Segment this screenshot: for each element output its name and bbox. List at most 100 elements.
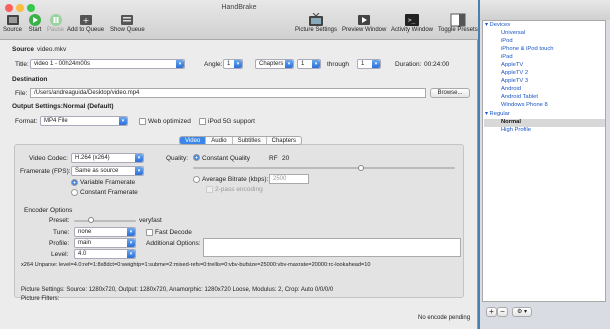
framerate-select[interactable]: Same as source ▾ [71, 166, 144, 176]
presets-group-regular[interactable]: ▾ Regular [485, 111, 510, 117]
fast-decode-label: Fast Decode [155, 229, 192, 236]
preset-item[interactable]: Android [501, 86, 521, 92]
web-optimized-checkbox[interactable] [139, 118, 146, 125]
title-bar: HandBrake Source Start Pause + Add to Qu… [0, 0, 478, 40]
variable-framerate-radio[interactable] [71, 179, 78, 186]
two-pass-label: 2-pass encoding [215, 186, 263, 193]
preset-item[interactable]: Windows Phone 8 [501, 102, 548, 108]
fast-decode-checkbox[interactable] [146, 229, 153, 236]
picture-settings-summary: Picture Settings: Source: 1280x720, Outp… [21, 287, 334, 293]
preset-actions-gear-button[interactable]: ⚙ ▾ [512, 307, 532, 317]
preview-window-label: Preview Window [342, 27, 387, 33]
preset-item[interactable]: Android Tablet [501, 94, 538, 100]
source-label: Source [3, 27, 23, 33]
source-filename: video.mkv [37, 46, 67, 53]
terminal-icon: >_ [404, 13, 420, 27]
add-preset-button[interactable]: + [486, 307, 497, 317]
preset-item-selected[interactable]: Normal [501, 119, 521, 125]
encoder-preset-knob[interactable] [88, 217, 94, 223]
quality-slider[interactable] [193, 167, 455, 169]
web-optimized-label: Web optimized [148, 118, 191, 125]
tv-icon [308, 12, 324, 27]
preset-item[interactable]: iPod [501, 38, 513, 44]
level-select[interactable]: 4.0 ▾ [74, 249, 136, 259]
format-select[interactable]: MP4 File ▾ [40, 116, 128, 126]
framerate-label: Framerate (FPS): [20, 168, 71, 175]
destination-heading: Destination [12, 76, 48, 83]
rf-value: 20 [282, 155, 290, 162]
encoder-preset-value: veryfast [139, 217, 162, 224]
tab-chapters[interactable]: Chapters [267, 137, 301, 144]
tab-audio[interactable]: Audio [206, 137, 233, 144]
start-button[interactable]: Start [27, 13, 43, 33]
ipod-support-label: iPod 5G support [208, 118, 255, 125]
svg-text:>_: >_ [408, 17, 416, 24]
preset-item[interactable]: AppleTV [501, 62, 523, 68]
add-queue-icon: + [78, 13, 94, 27]
preset-item[interactable]: AppleTV 3 [501, 78, 528, 84]
remove-preset-button[interactable]: − [497, 307, 508, 317]
start-label: Start [28, 27, 42, 33]
output-settings-heading: Output Settings: [12, 103, 63, 110]
bitrate-input[interactable]: 2500 [269, 174, 309, 184]
presets-group-devices[interactable]: ▾ Devices [485, 22, 510, 28]
constant-framerate-label: Constant Framerate [80, 189, 138, 196]
play-icon [27, 13, 43, 27]
source-button[interactable]: Source [3, 13, 22, 33]
average-bitrate-radio[interactable] [193, 176, 200, 183]
preset-item[interactable]: Universal [501, 30, 525, 36]
preset-item[interactable]: High Profile [501, 127, 531, 133]
format-label: Format: [15, 118, 38, 125]
presets-list: ▾ Devices Universal iPod iPhone & iPod t… [482, 20, 606, 302]
profile-label: Profile: [49, 240, 70, 247]
chapter-start-select[interactable]: 1 ▾ [297, 59, 321, 69]
file-label: File: [15, 90, 28, 97]
angle-select[interactable]: 1 ▾ [223, 59, 243, 69]
video-codec-select[interactable]: H.264 (x264) ▾ [71, 153, 144, 163]
constant-framerate-radio[interactable] [71, 189, 78, 196]
angle-label: Angle: [204, 61, 223, 68]
title-select[interactable]: video 1 - 00h24m00s ▾ [30, 59, 185, 69]
ipod-support-checkbox[interactable] [199, 118, 206, 125]
constant-quality-radio[interactable] [193, 154, 200, 161]
quality-slider-knob[interactable] [358, 165, 364, 171]
preset-label: Preset: [49, 217, 70, 224]
rf-label: RF [269, 155, 278, 162]
tab-subtitles[interactable]: Subtitles [233, 137, 267, 144]
destination-path-field[interactable]: /Users/andreaguida/Desktop/video.mp4 [30, 88, 426, 98]
tune-select[interactable]: none ▾ [74, 227, 136, 237]
toggle-presets-button[interactable]: Toggle Presets [438, 13, 478, 33]
x264-unparse-text: x264 Unparse: level=4.0:ref=1:8x8dct=0:w… [21, 262, 371, 268]
encoder-preset-slider[interactable] [74, 220, 136, 222]
activity-window-label: Activity Window [391, 27, 434, 33]
tab-video[interactable]: Video [180, 137, 207, 144]
show-queue-button[interactable]: Show Queue [110, 13, 145, 33]
chapter-end-select[interactable]: 1 ▾ [357, 59, 381, 69]
picture-filters-summary: Picture Filters: [21, 296, 60, 302]
video-codec-label: Video Codec: [29, 155, 68, 162]
pause-button[interactable]: Pause [47, 13, 64, 33]
preview-window-button[interactable]: Preview Window [342, 13, 386, 33]
preset-item[interactable]: AppleTV 2 [501, 70, 528, 76]
range-type-select[interactable]: Chapters ▾ [255, 59, 294, 69]
preview-icon [356, 13, 372, 27]
encode-status: No encode pending [418, 315, 471, 321]
activity-window-button[interactable]: >_ Activity Window [391, 13, 433, 33]
add-to-queue-button[interactable]: + Add to Queue [67, 13, 104, 33]
browse-button[interactable]: Browse... [430, 88, 470, 98]
level-label: Level: [51, 251, 69, 258]
settings-tabs: Video Audio Subtitles Chapters [179, 136, 302, 145]
two-pass-checkbox[interactable] [206, 186, 213, 193]
preset-item[interactable]: iPhone & iPod touch [501, 46, 554, 52]
picture-settings-button[interactable]: Picture Settings [295, 12, 337, 33]
duration-label: Duration: [395, 61, 422, 68]
source-heading: Source [12, 46, 35, 53]
window-title: HandBrake [221, 4, 257, 11]
preset-item[interactable]: iPad [501, 54, 513, 60]
profile-select[interactable]: main ▾ [74, 238, 136, 248]
title-label: Title: [15, 61, 29, 68]
additional-options-field[interactable] [203, 238, 461, 257]
pause-icon [48, 13, 64, 27]
constant-quality-label: Constant Quality [202, 155, 251, 162]
show-queue-label: Show Queue [110, 27, 145, 33]
